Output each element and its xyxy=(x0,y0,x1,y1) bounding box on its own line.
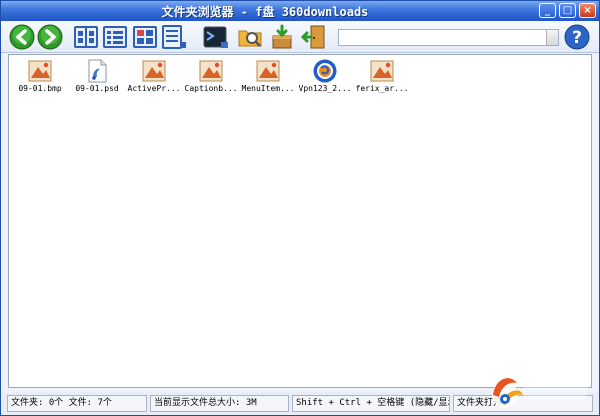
forward-arrow-icon[interactable] xyxy=(37,24,63,50)
image-file-icon xyxy=(28,60,52,82)
file-item[interactable]: ActivePr... xyxy=(125,58,183,93)
install-box-icon[interactable] xyxy=(269,24,295,50)
status-shortcut-hint: Shift + Ctrl + 空格键 (隐藏/显示) xyxy=(292,395,450,412)
watermark-logo xyxy=(492,378,587,408)
image-file-icon xyxy=(370,60,394,82)
terminal-icon[interactable] xyxy=(203,24,229,50)
image-file-icon xyxy=(256,60,280,82)
window-controls: _ □ × xyxy=(539,3,596,18)
file-item[interactable]: 09-01.psd xyxy=(68,58,126,93)
search-folder-icon[interactable] xyxy=(237,24,263,50)
file-name: Captionb... xyxy=(184,84,238,93)
maximize-button[interactable]: □ xyxy=(559,3,576,18)
path-dropdown-button[interactable] xyxy=(546,30,558,45)
details-view-icon[interactable] xyxy=(102,24,128,50)
large-icons-view-icon[interactable] xyxy=(73,24,99,50)
file-list-area[interactable]: 09-01.bmp 09-01.psd ActivePr... Captionb… xyxy=(8,54,592,388)
file-item[interactable]: ferix_ar... xyxy=(353,58,411,93)
title-bar[interactable]: 文件夹浏览器 - f盘 360downloads _ □ × xyxy=(1,1,599,21)
app-window: 文件夹浏览器 - f盘 360downloads _ □ × ? 09-01.b… xyxy=(0,0,600,416)
thumbnail-view-icon[interactable] xyxy=(132,24,158,50)
psd-file-icon xyxy=(88,59,107,83)
window-title: 文件夹浏览器 - f盘 360downloads xyxy=(161,5,369,19)
exit-icon[interactable] xyxy=(301,24,327,50)
back-arrow-icon[interactable] xyxy=(9,24,35,50)
file-name: ferix_ar... xyxy=(355,84,409,93)
vpn-app-icon xyxy=(313,59,337,83)
close-button[interactable]: × xyxy=(579,3,596,18)
status-total-size: 当前显示文件总大小: 3M xyxy=(150,395,289,412)
status-counts: 文件夹: 0个 文件: 7个 xyxy=(7,395,147,412)
image-file-icon xyxy=(199,60,223,82)
path-input[interactable] xyxy=(338,29,559,46)
image-file-icon xyxy=(142,60,166,82)
file-item[interactable]: Captionb... xyxy=(182,58,240,93)
minimize-button[interactable]: _ xyxy=(539,3,556,18)
file-item[interactable]: 09-01.bmp xyxy=(11,58,69,93)
list-view-icon[interactable] xyxy=(161,24,187,50)
svg-text:?: ? xyxy=(572,28,582,48)
file-name: 09-01.psd xyxy=(75,84,119,93)
file-name: ActivePr... xyxy=(127,84,181,93)
file-item[interactable]: Vpn123_2... xyxy=(296,58,354,93)
file-item[interactable]: MenuItem... xyxy=(239,58,297,93)
file-name: MenuItem... xyxy=(241,84,295,93)
file-name: 09-01.bmp xyxy=(18,84,62,93)
help-icon[interactable]: ? xyxy=(564,24,590,50)
toolbar: ? xyxy=(1,21,599,53)
file-name: Vpn123_2... xyxy=(298,84,352,93)
